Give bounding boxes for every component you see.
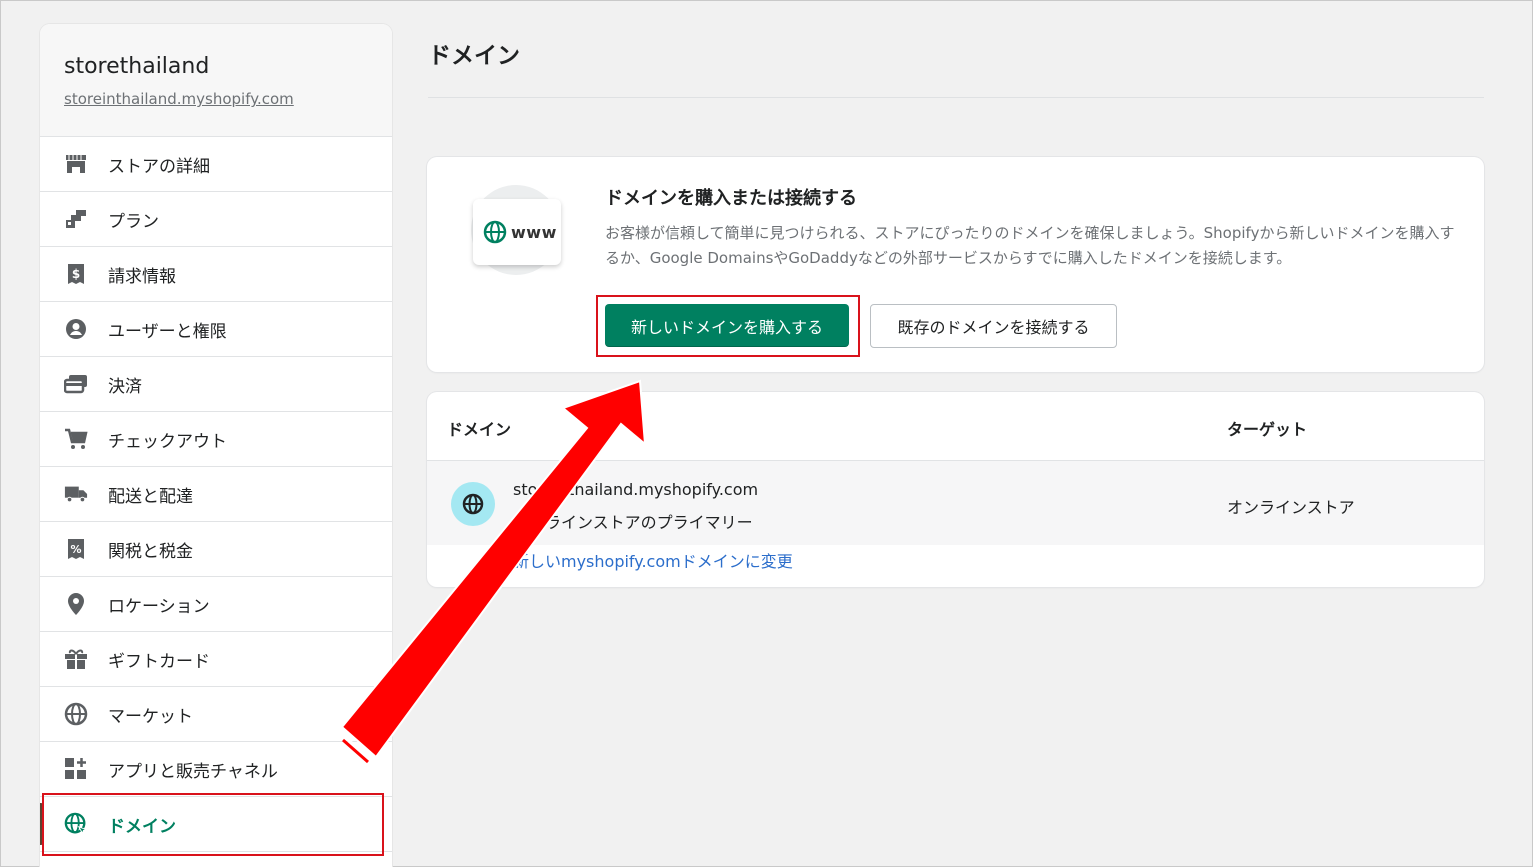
sidebar-item-users[interactable]: ユーザーと権限 [40, 302, 392, 357]
svg-text:%: % [70, 543, 81, 556]
sidebar-item-checkout[interactable]: チェックアウト [40, 412, 392, 467]
sidebar-item-label: 関税と税金 [108, 541, 193, 562]
sidebar-item-gift-cards[interactable]: ギフトカード [40, 632, 392, 687]
domain-name: storeinthailand.myshopify.com [513, 480, 759, 499]
sidebar-item-label: ユーザーと権限 [108, 321, 227, 342]
sidebar-item-label: ストアの詳細 [108, 156, 210, 177]
title-divider [428, 97, 1484, 98]
connect-existing-domain-button[interactable]: 既存のドメインを接続する [870, 304, 1117, 348]
store-url-link[interactable]: storeinthailand.myshopify.com [64, 90, 294, 108]
change-myshopify-domain-link[interactable]: 新しいmyshopify.comドメインに変更 [513, 548, 793, 572]
sidebar-item-label: 決済 [108, 376, 142, 397]
domain-globe-icon [64, 812, 88, 836]
location-icon [64, 592, 88, 616]
sidebar-item-plan[interactable]: プラン [40, 192, 392, 247]
sidebar-item-label: アプリと販売チャネル [108, 761, 278, 782]
column-header-target: ターゲット [1227, 420, 1308, 439]
sidebar-item-payments[interactable]: 決済 [40, 357, 392, 412]
domains-table: ドメイン ターゲット storeinthailand.myshopify.com… [427, 392, 1484, 587]
store-name: storethailand [64, 54, 210, 79]
tax-icon: % [64, 537, 88, 561]
settings-sidebar: storethailand storeinthailand.myshopify.… [40, 24, 392, 867]
domain-target: オンラインストア [1227, 498, 1355, 517]
www-globe-icon [483, 220, 507, 244]
payment-icon [64, 372, 88, 396]
sidebar-item-taxes[interactable]: % 関税と税金 [40, 522, 392, 577]
apps-icon [64, 757, 88, 781]
column-header-domain: ドメイン [447, 420, 512, 439]
sidebar-item-label: 配送と配達 [108, 486, 193, 507]
sidebar-item-domains[interactable]: ドメイン [40, 797, 392, 852]
sidebar-item-label: ドメイン [108, 816, 176, 837]
gift-icon [64, 647, 88, 671]
store-header: storethailand storeinthailand.myshopify.… [40, 24, 392, 137]
sidebar-item-label: ギフトカード [108, 651, 210, 672]
user-icon [64, 317, 88, 341]
sidebar-item-shipping[interactable]: 配送と配達 [40, 467, 392, 522]
sidebar-item-store-details[interactable]: ストアの詳細 [40, 137, 392, 192]
sidebar-item-markets[interactable]: マーケット [40, 687, 392, 742]
sidebar-item-label: プラン [108, 211, 159, 232]
store-icon [64, 152, 88, 176]
globe-icon [451, 482, 495, 526]
billing-icon: $ [64, 262, 88, 286]
sidebar-item-billing[interactable]: $ 請求情報 [40, 247, 392, 302]
sidebar-item-label: 請求情報 [108, 266, 176, 287]
truck-icon [64, 482, 88, 506]
sidebar-item-apps[interactable]: アプリと販売チャネル [40, 742, 392, 797]
sidebar-item-label: ロケーション [108, 596, 210, 617]
buy-card-description: お客様が信頼して簡単に見つけられる、ストアにぴったりのドメインを確保しましょう。… [605, 224, 1455, 267]
page-title: ドメイン [428, 43, 520, 69]
www-illustration: www [473, 199, 561, 265]
sidebar-item-locations[interactable]: ロケーション [40, 577, 392, 632]
buy-new-domain-button[interactable]: 新しいドメインを購入する [605, 304, 849, 347]
cart-icon [64, 427, 88, 451]
svg-text:$: $ [72, 267, 80, 281]
globe-market-icon [64, 702, 88, 726]
buy-domain-card: www ドメインを購入または接続する お客様が信頼して簡単に見つけられる、ストア… [427, 157, 1484, 372]
sidebar-item-label: チェックアウト [108, 431, 227, 452]
sidebar-item-label: マーケット [108, 706, 193, 727]
www-label: www [511, 222, 557, 242]
domain-subtitle: オンラインストアのプライマリー [513, 513, 753, 532]
buy-card-heading: ドメインを購入または接続する [605, 188, 857, 209]
plan-icon [64, 207, 88, 231]
